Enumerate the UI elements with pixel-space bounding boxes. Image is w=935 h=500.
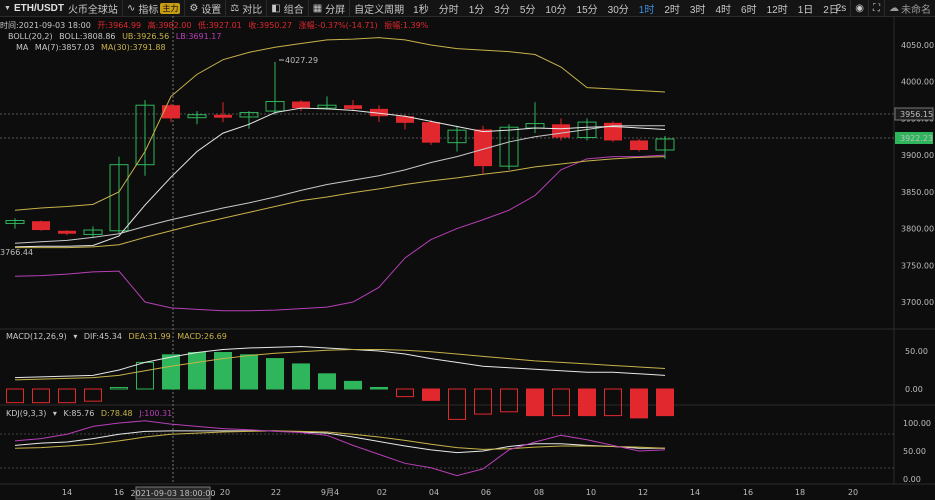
macd-bar xyxy=(578,388,596,417)
candle[interactable] xyxy=(422,122,440,143)
time-tick-label: 16 xyxy=(114,488,124,497)
macd-bar xyxy=(344,380,362,390)
time-tick-label: 10 xyxy=(586,488,596,497)
candle[interactable] xyxy=(162,105,180,119)
ma30-line xyxy=(15,156,666,249)
price-tick-label: 3750.00 xyxy=(901,261,934,270)
time-tick-label: 9月4 xyxy=(321,488,339,497)
macd-bar xyxy=(6,388,24,404)
time-tick-label: 20 xyxy=(220,488,230,497)
macd-bar xyxy=(448,388,466,420)
time-tick-label: 22 xyxy=(271,488,281,497)
kdj-pane[interactable] xyxy=(14,420,666,477)
macd-bar xyxy=(474,388,492,415)
macd-bar xyxy=(396,388,414,398)
candle[interactable] xyxy=(32,221,50,231)
macd-dea-line xyxy=(14,348,666,381)
candle[interactable] xyxy=(344,105,362,109)
macd-bar xyxy=(552,388,570,417)
macd-bar xyxy=(656,388,674,417)
macd-bar xyxy=(162,354,180,390)
macd-bar xyxy=(188,352,206,390)
candle[interactable] xyxy=(214,114,232,118)
macd-tick-label: 0.00 xyxy=(905,385,923,394)
macd-bar xyxy=(604,388,622,417)
macd-bar xyxy=(84,388,102,402)
macd-bar xyxy=(318,373,336,390)
time-tick-label: 14 xyxy=(62,488,72,497)
price-chart[interactable]: 4027.29 3766.44 4050.004000.003950.00390… xyxy=(0,0,935,500)
time-tick-label: 08 xyxy=(534,488,544,497)
macd-pane[interactable] xyxy=(6,345,674,420)
cursor-time-label: 2021-09-03 18:00:00 xyxy=(131,489,216,498)
price-tick-label: 3900.00 xyxy=(901,151,934,160)
time-tick-label: 02 xyxy=(377,488,387,497)
macd-bar xyxy=(110,386,128,390)
macd-bar xyxy=(630,388,648,419)
boll-upper-line xyxy=(14,37,666,211)
macd-bar xyxy=(32,388,50,404)
axes: 4027.29 3766.44 4050.004000.003950.00390… xyxy=(0,41,934,500)
price-tick-label: 4050.00 xyxy=(901,41,934,50)
time-tick-label: 20 xyxy=(848,488,858,497)
low-annotation: 3766.44 xyxy=(0,248,33,257)
macd-bar xyxy=(500,388,518,413)
macd-bar xyxy=(240,354,258,390)
time-tick-label: 18 xyxy=(795,488,805,497)
price-tick-label: 3850.00 xyxy=(901,188,934,197)
current-price-label: 3922.23 xyxy=(900,134,933,143)
time-tick-label: 14 xyxy=(690,488,700,497)
candle[interactable] xyxy=(58,230,76,234)
kdj-tick-label: 50.00 xyxy=(903,447,926,456)
macd-tick-label: 50.00 xyxy=(905,347,928,356)
price-tick-label: 4000.00 xyxy=(901,78,934,87)
boll-lower-line xyxy=(14,154,666,312)
price-tick-label: 3700.00 xyxy=(901,298,934,307)
macd-dif-line xyxy=(14,345,666,379)
boll-mid-line xyxy=(14,125,665,244)
candle[interactable] xyxy=(292,101,310,109)
candle[interactable] xyxy=(552,124,570,138)
kdj-tick-label: 100.00 xyxy=(903,419,931,428)
price-tick-label: 3800.00 xyxy=(901,225,934,234)
cursor-price-label: 3956.15 xyxy=(900,110,933,119)
macd-bar xyxy=(370,386,388,390)
macd-bar xyxy=(422,388,440,401)
time-tick-label: 06 xyxy=(481,488,491,497)
kdj-j-line xyxy=(14,420,666,477)
time-tick-label: 04 xyxy=(429,488,439,497)
macd-bar xyxy=(292,363,310,390)
macd-bar xyxy=(526,388,544,417)
grid xyxy=(0,16,935,485)
macd-bar xyxy=(136,361,154,390)
macd-bar xyxy=(266,358,284,390)
kdj-tick-label: 0.00 xyxy=(903,475,921,484)
candlestick-pane[interactable] xyxy=(5,37,675,312)
macd-bar xyxy=(58,388,76,404)
candle[interactable] xyxy=(630,140,648,151)
high-annotation: 4027.29 xyxy=(285,56,318,65)
time-tick-label: 12 xyxy=(638,488,648,497)
time-tick-label: 16 xyxy=(743,488,753,497)
